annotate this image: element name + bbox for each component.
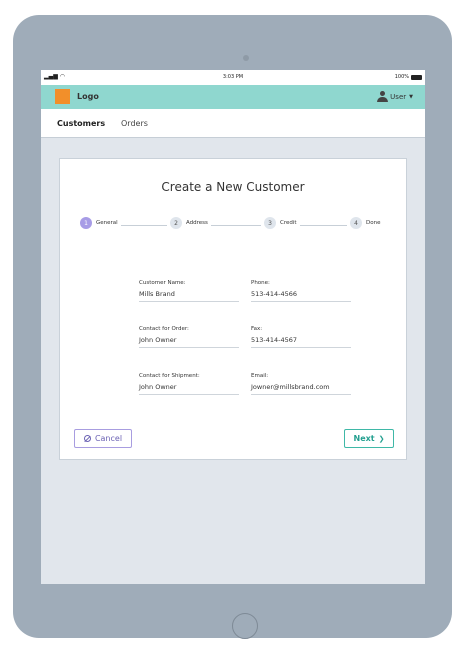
field-value[interactable]: 513-414-4566 bbox=[251, 290, 351, 302]
battery-icon bbox=[411, 74, 422, 80]
page-title: Create a New Customer bbox=[161, 180, 305, 194]
step-number: 4 bbox=[350, 217, 362, 229]
logo-icon bbox=[55, 89, 70, 104]
field-value[interactable]: 513-414-4567 bbox=[251, 336, 351, 348]
user-menu[interactable]: User ▼ bbox=[377, 91, 413, 102]
step-general[interactable]: 1 General bbox=[77, 217, 121, 229]
field-label: Email: bbox=[251, 373, 269, 379]
next-label: Next bbox=[353, 434, 375, 443]
email-field[interactable]: Email: Jowner@millsbrand.com bbox=[251, 373, 351, 395]
user-label: User bbox=[390, 92, 407, 101]
phone-field[interactable]: Phone: 513-414-4566 bbox=[251, 280, 351, 302]
status-time: 3:03 PM bbox=[222, 74, 244, 80]
battery-percent: 100% bbox=[394, 74, 409, 80]
logo-text: Logo bbox=[77, 92, 99, 101]
user-icon bbox=[377, 91, 389, 102]
field-value[interactable]: Mills Brand bbox=[139, 290, 239, 302]
step-label: Done bbox=[366, 220, 381, 226]
home-button[interactable] bbox=[232, 613, 258, 639]
step-address[interactable]: 2 Address bbox=[167, 217, 211, 229]
nav-bar: Customers Orders bbox=[41, 109, 425, 138]
contact-order-field[interactable]: Contact for Order: John Owner bbox=[139, 326, 239, 348]
cancel-label: Cancel bbox=[94, 434, 123, 443]
field-label: Contact for Shipment: bbox=[139, 373, 200, 379]
step-number: 1 bbox=[80, 217, 92, 229]
chevron-down-icon: ▼ bbox=[409, 93, 413, 100]
chevron-right-icon: ❯ bbox=[378, 434, 385, 443]
stepper-track bbox=[92, 225, 376, 226]
field-label: Customer Name: bbox=[139, 280, 186, 286]
step-number: 3 bbox=[264, 217, 276, 229]
step-number: 2 bbox=[170, 217, 182, 229]
camera-dot bbox=[243, 55, 249, 61]
battery-status: 100% bbox=[395, 74, 422, 80]
field-label: Fax: bbox=[251, 326, 263, 332]
step-label: General bbox=[96, 220, 118, 226]
step-label: Credit bbox=[280, 220, 297, 226]
tab-orders[interactable]: Orders bbox=[121, 119, 148, 128]
step-done[interactable]: 4 Done bbox=[347, 217, 384, 229]
status-bar: ▂▄▆ ◠ 3:03 PM 100% bbox=[41, 70, 425, 85]
tab-customers[interactable]: Customers bbox=[57, 119, 105, 128]
field-value[interactable]: John Owner bbox=[139, 336, 239, 348]
contact-shipment-field[interactable]: Contact for Shipment: John Owner bbox=[139, 373, 239, 395]
cancel-button[interactable]: Cancel bbox=[74, 429, 132, 448]
customer-name-field[interactable]: Customer Name: Mills Brand bbox=[139, 280, 239, 302]
screen: ▂▄▆ ◠ 3:03 PM 100% Logo User ▼ Customers… bbox=[41, 70, 425, 584]
field-label: Phone: bbox=[251, 280, 270, 286]
next-button[interactable]: Next ❯ bbox=[344, 429, 394, 448]
step-label: Address bbox=[186, 220, 208, 226]
field-value[interactable]: John Owner bbox=[139, 383, 239, 395]
cancel-icon bbox=[83, 435, 91, 442]
fax-field[interactable]: Fax: 513-414-4567 bbox=[251, 326, 351, 348]
app-header: Logo User ▼ bbox=[41, 85, 425, 109]
create-customer-card: Create a New Customer 1 General 2 Addres… bbox=[59, 158, 407, 460]
field-label: Contact for Order: bbox=[139, 326, 189, 332]
step-credit[interactable]: 3 Credit bbox=[261, 217, 300, 229]
field-value[interactable]: Jowner@millsbrand.com bbox=[251, 383, 351, 395]
